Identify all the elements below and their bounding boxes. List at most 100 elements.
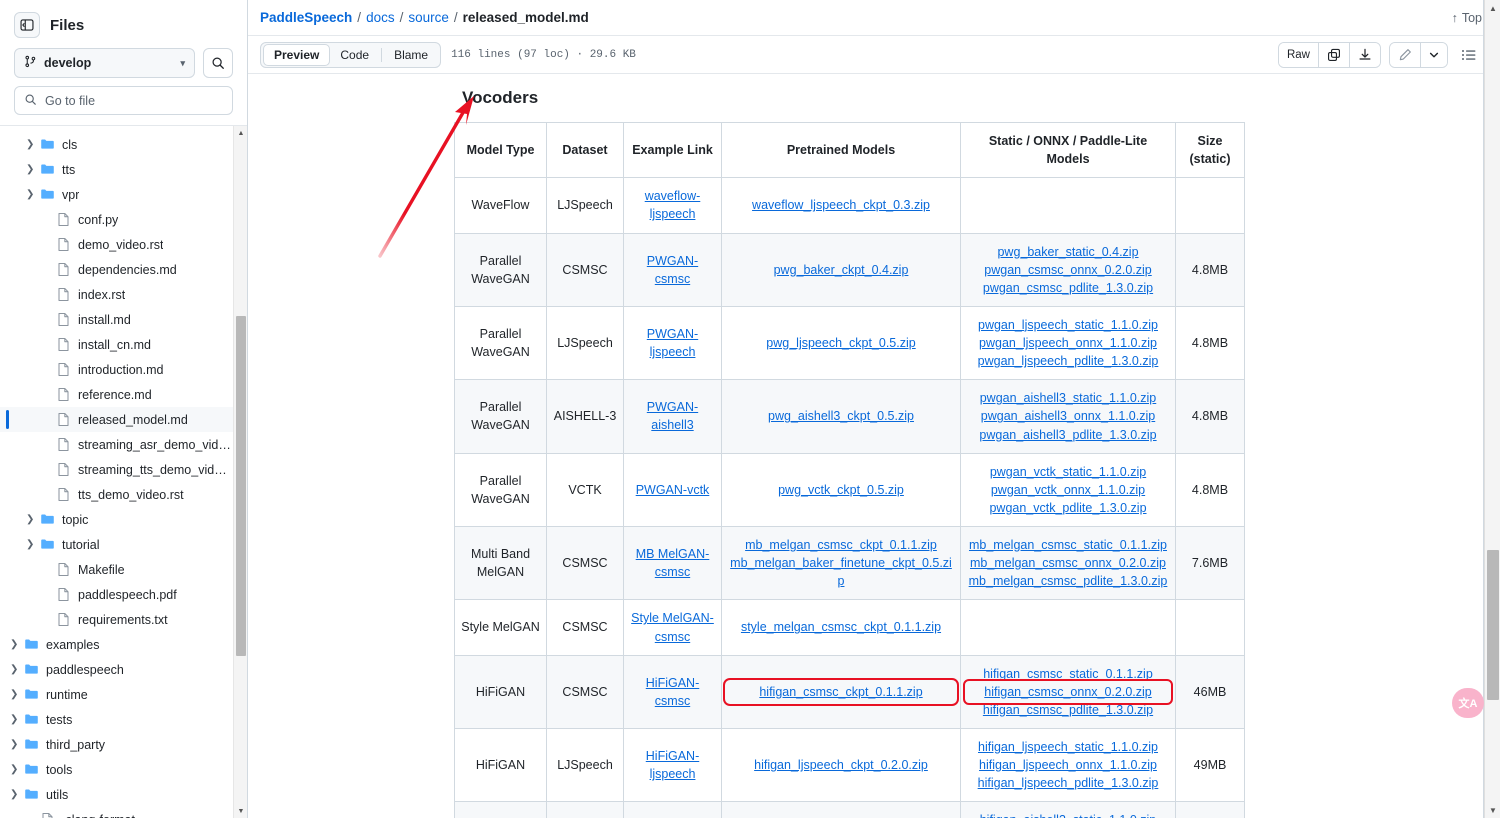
- tree-item-tools[interactable]: ❯ tools: [0, 757, 233, 782]
- link-pwg-vctk-ckpt-0-5-zip[interactable]: pwg_vctk_ckpt_0.5.zip: [728, 481, 954, 499]
- link-pwgan-ljspeech-pdlite-1-3-0-zip[interactable]: pwgan_ljspeech_pdlite_1.3.0.zip: [967, 352, 1169, 370]
- breadcrumb-docs[interactable]: docs: [366, 10, 395, 25]
- main-scrollbar[interactable]: ▲ ▼: [1484, 0, 1500, 818]
- link-pwgan-vctk-static-1-1-0-zip[interactable]: pwgan_vctk_static_1.1.0.zip: [967, 463, 1169, 481]
- link-pwg-baker-ckpt-0-4-zip[interactable]: pwg_baker_ckpt_0.4.zip: [728, 261, 954, 279]
- tree-item-install-md[interactable]: install.md: [0, 307, 233, 332]
- link-pwgan-ljspeech-static-1-1-0-zip[interactable]: pwgan_ljspeech_static_1.1.0.zip: [967, 316, 1169, 334]
- tree-item-streaming-asr-demo-video-rst[interactable]: streaming_asr_demo_video.rst: [0, 432, 233, 457]
- tab-preview[interactable]: Preview: [263, 43, 331, 66]
- tree-item-introduction-md[interactable]: introduction.md: [0, 357, 233, 382]
- tree-item-paddlespeech-pdf[interactable]: paddlespeech.pdf: [0, 582, 233, 607]
- main-scrollbar-thumb[interactable]: [1487, 550, 1499, 700]
- link-mb-melgan-csmsc-pdlite-1-3-0-zip[interactable]: mb_melgan_csmsc_pdlite_1.3.0.zip: [967, 572, 1169, 590]
- link-mb-melgan-baker-finetune-ckpt-0-5-zip[interactable]: mb_melgan_baker_finetune_ckpt_0.5.zip: [728, 554, 954, 590]
- link-mb-melgan-csmsc-static-0-1-1-zip[interactable]: mb_melgan_csmsc_static_0.1.1.zip: [967, 536, 1169, 554]
- chevron-right-icon[interactable]: ❯: [10, 764, 24, 775]
- link-waveflow-ljspeech[interactable]: waveflow-ljspeech: [630, 187, 715, 223]
- link-hifigan-ljspeech-ckpt-0-2-0-zip[interactable]: hifigan_ljspeech_ckpt_0.2.0.zip: [728, 756, 954, 774]
- link-style-melgan-csmsc-ckpt-0-1-1-zip[interactable]: style_melgan_csmsc_ckpt_0.1.1.zip: [728, 618, 954, 636]
- tree-item-utils[interactable]: ❯ utils: [0, 782, 233, 807]
- link-hifigan-csmsc-static-0-1-1-zip[interactable]: hifigan_csmsc_static_0.1.1.zip: [967, 665, 1169, 683]
- link-hifigan-ljspeech-onnx-1-1-0-zip[interactable]: hifigan_ljspeech_onnx_1.1.0.zip: [967, 756, 1169, 774]
- link-mb-melgan-csmsc-ckpt-0-1-1-zip[interactable]: mb_melgan_csmsc_ckpt_0.1.1.zip: [728, 536, 954, 554]
- link-pwg-ljspeech-ckpt-0-5-zip[interactable]: pwg_ljspeech_ckpt_0.5.zip: [728, 334, 954, 352]
- tree-item-topic[interactable]: ❯ topic: [0, 507, 233, 532]
- link-hifigan-ljspeech-pdlite-1-3-0-zip[interactable]: hifigan_ljspeech_pdlite_1.3.0.zip: [967, 774, 1169, 792]
- chevron-right-icon[interactable]: ❯: [26, 514, 40, 525]
- tree-item-demo-video-rst[interactable]: demo_video.rst: [0, 232, 233, 257]
- tree-item--clang-format[interactable]: .clang-format: [0, 807, 233, 818]
- chevron-right-icon[interactable]: ❯: [26, 164, 40, 175]
- tree-item-conf-py[interactable]: conf.py: [0, 207, 233, 232]
- tree-item-requirements-txt[interactable]: requirements.txt: [0, 607, 233, 632]
- pencil-icon[interactable]: [1390, 42, 1421, 67]
- tree-item-cls[interactable]: ❯ cls: [0, 132, 233, 157]
- chevron-right-icon[interactable]: ❯: [26, 539, 40, 550]
- chevron-right-icon[interactable]: ❯: [26, 189, 40, 200]
- link-hifigan-ljspeech[interactable]: HiFiGAN-ljspeech: [630, 747, 715, 783]
- chevron-right-icon[interactable]: ❯: [10, 689, 24, 700]
- tree-item-runtime[interactable]: ❯ runtime: [0, 682, 233, 707]
- tree-item-index-rst[interactable]: index.rst: [0, 282, 233, 307]
- link-hifigan-aishell3-static-1-1-0-zip[interactable]: hifigan_aishell3_static_1.1.0.zip: [967, 811, 1169, 818]
- back-to-top-button[interactable]: ↑ Top: [1452, 11, 1482, 25]
- tree-item-tutorial[interactable]: ❯ tutorial: [0, 532, 233, 557]
- tree-item-install-cn-md[interactable]: install_cn.md: [0, 332, 233, 357]
- tree-item-third-party[interactable]: ❯ third_party: [0, 732, 233, 757]
- link-pwg-aishell3-ckpt-0-5-zip[interactable]: pwg_aishell3_ckpt_0.5.zip: [728, 407, 954, 425]
- tree-item-tts[interactable]: ❯ tts: [0, 157, 233, 182]
- list-unordered-icon[interactable]: [1456, 42, 1482, 68]
- translate-widget-button[interactable]: 文A: [1452, 688, 1484, 718]
- link-pwgan-csmsc[interactable]: PWGAN-csmsc: [630, 252, 715, 288]
- tab-blame[interactable]: Blame: [384, 44, 438, 66]
- link-hifigan-csmsc[interactable]: HiFiGAN-csmsc: [630, 674, 715, 710]
- sidebar-search-button[interactable]: [203, 48, 233, 78]
- link-pwgan-vctk-pdlite-1-3-0-zip[interactable]: pwgan_vctk_pdlite_1.3.0.zip: [967, 499, 1169, 517]
- link-hifigan-ljspeech-static-1-1-0-zip[interactable]: hifigan_ljspeech_static_1.1.0.zip: [967, 738, 1169, 756]
- scroll-up-arrow[interactable]: ▲: [234, 126, 247, 140]
- tree-item-tts-demo-video-rst[interactable]: tts_demo_video.rst: [0, 482, 233, 507]
- main-scroll-up-arrow[interactable]: ▲: [1485, 0, 1500, 16]
- tree-item-reference-md[interactable]: reference.md: [0, 382, 233, 407]
- link-waveflow-ljspeech-ckpt-0-3-zip[interactable]: waveflow_ljspeech_ckpt_0.3.zip: [728, 196, 954, 214]
- copy-icon[interactable]: [1319, 42, 1350, 67]
- download-icon[interactable]: [1350, 42, 1380, 67]
- tree-item-examples[interactable]: ❯ examples: [0, 632, 233, 657]
- link-mb-melgan-csmsc[interactable]: MB MelGAN-csmsc: [630, 545, 715, 581]
- tab-code[interactable]: Code: [330, 44, 379, 66]
- link-pwgan-csmsc-onnx-0-2-0-zip[interactable]: pwgan_csmsc_onnx_0.2.0.zip: [967, 261, 1169, 279]
- chevron-down-icon[interactable]: [1421, 42, 1447, 67]
- chevron-right-icon[interactable]: ❯: [10, 789, 24, 800]
- link-pwgan-vctk-onnx-1-1-0-zip[interactable]: pwgan_vctk_onnx_1.1.0.zip: [967, 481, 1169, 499]
- sidebar-scrollbar-thumb[interactable]: [236, 316, 246, 656]
- link-hifigan-csmsc-pdlite-1-3-0-zip[interactable]: hifigan_csmsc_pdlite_1.3.0.zip: [967, 701, 1169, 719]
- sidebar-scrollbar[interactable]: ▲ ▼: [233, 126, 247, 818]
- chevron-right-icon[interactable]: ❯: [26, 139, 40, 150]
- link-pwgan-ljspeech-onnx-1-1-0-zip[interactable]: pwgan_ljspeech_onnx_1.1.0.zip: [967, 334, 1169, 352]
- chevron-right-icon[interactable]: ❯: [10, 639, 24, 650]
- chevron-right-icon[interactable]: ❯: [10, 739, 24, 750]
- tree-item-dependencies-md[interactable]: dependencies.md: [0, 257, 233, 282]
- link-pwgan-vctk[interactable]: PWGAN-vctk: [630, 481, 715, 499]
- branch-selector[interactable]: develop ▾: [14, 48, 195, 78]
- link-pwgan-aishell3-pdlite-1-3-0-zip[interactable]: pwgan_aishell3_pdlite_1.3.0.zip: [967, 426, 1169, 444]
- link-pwgan-aishell3-static-1-1-0-zip[interactable]: pwgan_aishell3_static_1.1.0.zip: [967, 389, 1169, 407]
- tree-item-tests[interactable]: ❯ tests: [0, 707, 233, 732]
- link-style-melgan-csmsc[interactable]: Style MelGAN-csmsc: [630, 609, 715, 645]
- tree-item-vpr[interactable]: ❯ vpr: [0, 182, 233, 207]
- sidebar-collapse-icon[interactable]: [14, 12, 40, 38]
- chevron-right-icon[interactable]: ❯: [10, 714, 24, 725]
- breadcrumb-repo[interactable]: PaddleSpeech: [260, 10, 352, 25]
- link-pwgan-csmsc-pdlite-1-3-0-zip[interactable]: pwgan_csmsc_pdlite_1.3.0.zip: [967, 279, 1169, 297]
- chevron-right-icon[interactable]: ❯: [10, 664, 24, 675]
- link-pwgan-ljspeech[interactable]: PWGAN-ljspeech: [630, 325, 715, 361]
- link-mb-melgan-csmsc-onnx-0-2-0-zip[interactable]: mb_melgan_csmsc_onnx_0.2.0.zip: [967, 554, 1169, 572]
- breadcrumb-source[interactable]: source: [408, 10, 449, 25]
- raw-button[interactable]: Raw: [1278, 42, 1319, 67]
- tree-item-streaming-tts-demo-video-rst[interactable]: streaming_tts_demo_video.rst: [0, 457, 233, 482]
- link-pwg-baker-static-0-4-zip[interactable]: pwg_baker_static_0.4.zip: [967, 243, 1169, 261]
- link-pwgan-aishell3-onnx-1-1-0-zip[interactable]: pwgan_aishell3_onnx_1.1.0.zip: [967, 407, 1169, 425]
- link-hifigan-csmsc-ckpt-0-1-1-zip[interactable]: hifigan_csmsc_ckpt_0.1.1.zip: [723, 677, 959, 706]
- scroll-down-arrow[interactable]: ▼: [234, 804, 247, 818]
